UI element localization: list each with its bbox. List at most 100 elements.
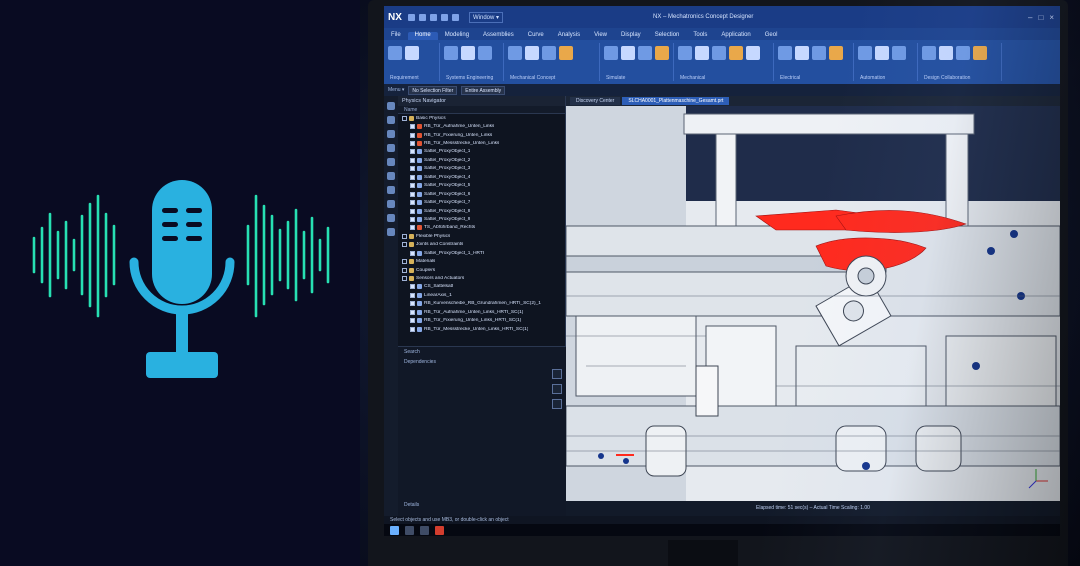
- save-icon[interactable]: [408, 13, 415, 21]
- roles-icon[interactable]: [387, 228, 395, 236]
- nx-taskbar-icon[interactable]: [435, 525, 444, 535]
- tree-row[interactable]: TS_Abführband_Rechts: [398, 224, 565, 232]
- signal-mapping-icon[interactable]: [387, 172, 395, 180]
- visibility-checkbox[interactable]: [410, 166, 415, 172]
- ribbon-command-icon[interactable]: [829, 46, 843, 60]
- visibility-checkbox[interactable]: [410, 132, 415, 138]
- web-browser-icon[interactable]: [387, 214, 395, 222]
- tab-tools[interactable]: Tools: [686, 32, 714, 40]
- tree-row[interactable]: Basic Physics: [398, 114, 565, 122]
- filter-icon[interactable]: [552, 384, 562, 394]
- ribbon-command-icon[interactable]: [508, 46, 522, 60]
- ribbon-command-icon[interactable]: [795, 46, 809, 60]
- visibility-checkbox[interactable]: [410, 191, 415, 197]
- visibility-checkbox[interactable]: [410, 284, 415, 290]
- tree-row[interactable]: Joints and Constraints: [398, 241, 565, 249]
- ribbon-command-icon[interactable]: [678, 46, 692, 60]
- tab-assembly-part[interactable]: SLCHA0001_Plattenmaschine_Gesamt.prt: [622, 97, 730, 105]
- tree-row[interactable]: RB_Tür_Messstrecke_Unten_Links_HRTI_SC(1…: [398, 325, 565, 333]
- tree-row[interactable]: RB_Tür_Fixierung_Unten_Links: [398, 131, 565, 139]
- visibility-checkbox[interactable]: [402, 259, 407, 265]
- ribbon-command-icon[interactable]: [939, 46, 953, 60]
- visibility-checkbox[interactable]: [410, 149, 415, 155]
- visibility-checkbox[interactable]: [402, 276, 407, 282]
- search-section[interactable]: Search: [398, 347, 566, 357]
- visibility-checkbox[interactable]: [410, 216, 415, 222]
- tab-view[interactable]: View: [587, 32, 614, 40]
- graphics-viewport[interactable]: [566, 106, 1060, 501]
- tab-file[interactable]: File: [384, 32, 408, 40]
- ribbon-command-icon[interactable]: [525, 46, 539, 60]
- visibility-checkbox[interactable]: [410, 183, 415, 189]
- tree-row[interactable]: CS_Sattelsatt: [398, 283, 565, 291]
- redo-icon[interactable]: [430, 13, 437, 21]
- ribbon-command-icon[interactable]: [973, 46, 987, 60]
- visibility-checkbox[interactable]: [410, 200, 415, 206]
- visibility-checkbox[interactable]: [410, 309, 415, 315]
- ribbon-command-icon[interactable]: [875, 46, 889, 60]
- ribbon-command-icon[interactable]: [729, 46, 743, 60]
- tab-application[interactable]: Application: [714, 32, 757, 40]
- tree-row[interactable]: Flexible Physics: [398, 232, 565, 240]
- sequence-editor-icon[interactable]: [387, 158, 395, 166]
- window-menu[interactable]: Window ▾: [469, 11, 504, 23]
- tree-row[interactable]: Sattel_ProxyObject_6: [398, 190, 565, 198]
- visibility-checkbox[interactable]: [410, 141, 415, 147]
- ribbon-command-icon[interactable]: [712, 46, 726, 60]
- tree-row[interactable]: Sattel_ProxyObject_2: [398, 156, 565, 164]
- tree-row[interactable]: Sattel_ProxyObject_5: [398, 182, 565, 190]
- ribbon-command-icon[interactable]: [778, 46, 792, 60]
- tree-row[interactable]: Couplers: [398, 266, 565, 274]
- tree-row[interactable]: Materials: [398, 257, 565, 265]
- visibility-checkbox[interactable]: [410, 292, 415, 298]
- tab-curve[interactable]: Curve: [521, 32, 551, 40]
- tree-row[interactable]: RB_Tür_Fixierung_Unten_Links_HRTI_SC(1): [398, 317, 565, 325]
- visibility-checkbox[interactable]: [402, 242, 407, 248]
- visibility-checkbox[interactable]: [402, 115, 407, 121]
- ribbon-command-icon[interactable]: [559, 46, 573, 60]
- tree-row[interactable]: Sattel_ProxyObject_4: [398, 173, 565, 181]
- tree-row[interactable]: LinearAxis_1: [398, 291, 565, 299]
- ribbon-command-icon[interactable]: [638, 46, 652, 60]
- ribbon-command-icon[interactable]: [746, 46, 760, 60]
- tree-row[interactable]: Sattel_ProxyObject_8: [398, 207, 565, 215]
- visibility-checkbox[interactable]: [410, 208, 415, 214]
- visibility-checkbox[interactable]: [410, 225, 415, 231]
- visibility-checkbox[interactable]: [410, 301, 415, 307]
- copy-icon[interactable]: [452, 13, 459, 21]
- tree-row[interactable]: Sensors and Actuators: [398, 274, 565, 282]
- ribbon-command-icon[interactable]: [621, 46, 635, 60]
- ribbon-command-icon[interactable]: [695, 46, 709, 60]
- search-icon[interactable]: [552, 369, 562, 379]
- tab-geol[interactable]: Geol: [758, 32, 785, 40]
- visibility-checkbox[interactable]: [410, 157, 415, 163]
- tree-row[interactable]: RB_Tür_Aufnahme_Unten_Links: [398, 122, 565, 130]
- history-icon[interactable]: [387, 200, 395, 208]
- tree-row[interactable]: RB_Tür_Aufnahme_Unten_Links_HRTI_SC(1): [398, 308, 565, 316]
- visibility-checkbox[interactable]: [402, 267, 407, 273]
- visibility-checkbox[interactable]: [410, 250, 415, 256]
- tree-row[interactable]: RB_Tür_Messstrecke_Unten_Links: [398, 139, 565, 147]
- tab-modeling[interactable]: Modeling: [438, 32, 476, 40]
- ribbon-command-icon[interactable]: [922, 46, 936, 60]
- navigator-column-header[interactable]: Name: [398, 106, 565, 114]
- windows-start-icon[interactable]: [390, 525, 399, 535]
- tree-row[interactable]: Sattel_ProxyObject_1_HRTI: [398, 249, 565, 257]
- visibility-checkbox[interactable]: [402, 233, 407, 239]
- minimize-icon[interactable]: –: [1028, 13, 1032, 22]
- settings-icon[interactable]: [552, 399, 562, 409]
- ribbon-command-icon[interactable]: [388, 46, 402, 60]
- tree-row[interactable]: Sattel_ProxyObject_3: [398, 165, 565, 173]
- ribbon-command-icon[interactable]: [655, 46, 669, 60]
- ribbon-command-icon[interactable]: [892, 46, 906, 60]
- selection-filter-dropdown[interactable]: No Selection Filter: [408, 85, 458, 95]
- cut-icon[interactable]: [441, 13, 448, 21]
- details-section[interactable]: Details: [398, 500, 425, 510]
- ribbon-command-icon[interactable]: [478, 46, 492, 60]
- ribbon-command-icon[interactable]: [812, 46, 826, 60]
- undo-icon[interactable]: [419, 13, 426, 21]
- visibility-checkbox[interactable]: [410, 318, 415, 324]
- folder-icon[interactable]: [420, 525, 429, 535]
- tree-row[interactable]: RB_Kurvenscheibe_RB_Grundrahmen_HRTI_SC(…: [398, 300, 565, 308]
- tab-display[interactable]: Display: [614, 32, 648, 40]
